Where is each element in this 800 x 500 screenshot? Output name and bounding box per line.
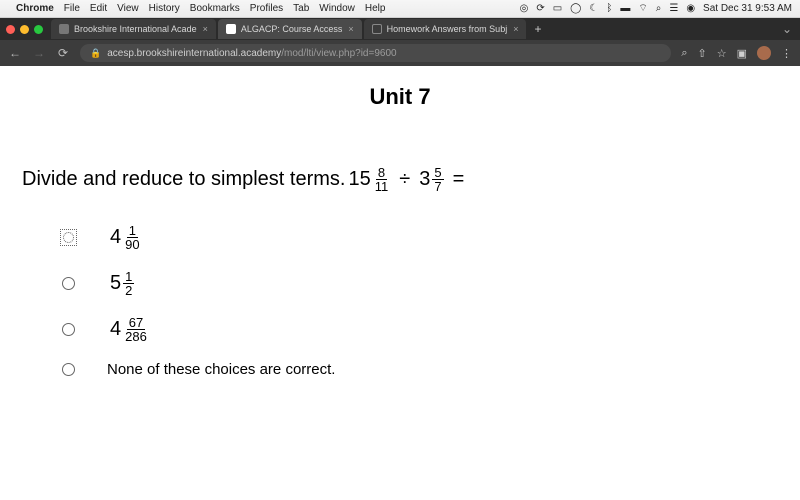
question-row: Divide and reduce to simplest terms. 15 … — [22, 166, 770, 193]
tabstrip: Brookshire International Acade × ALGACP:… — [0, 18, 800, 40]
radio-unselected[interactable] — [62, 277, 75, 290]
choice-1[interactable]: 4 1 90 — [62, 214, 335, 260]
choice-1-value: 4 1 90 — [107, 224, 145, 251]
status-bluetooth-icon[interactable]: ᛒ — [606, 3, 612, 14]
tab-label: Brookshire International Acade — [74, 24, 197, 34]
status-siri-icon[interactable]: ◉ — [686, 3, 695, 14]
choice-3-num: 67 — [127, 316, 145, 330]
menubar-clock[interactable]: Sat Dec 31 9:53 AM — [703, 3, 792, 14]
choice-3[interactable]: 4 67 286 — [62, 306, 335, 352]
tab-label: Homework Answers from Subj — [387, 24, 508, 34]
menu-app[interactable]: Chrome — [16, 3, 54, 14]
radio-unselected[interactable] — [62, 323, 75, 336]
status-wifi-icon[interactable]: ⌔ — [638, 2, 647, 15]
choice-4-text: None of these choices are correct. — [107, 361, 335, 378]
tab-brookshire[interactable]: Brookshire International Acade × — [51, 19, 216, 39]
status-sync-icon[interactable]: ⟳ — [536, 3, 544, 14]
new-tab-button[interactable]: + — [534, 22, 541, 36]
window-dropdown-icon[interactable]: ⌄ — [782, 22, 800, 36]
browser-toolbar: ← → ⟳ 🔒 acesp.brookshireinternational.ac… — [0, 40, 800, 66]
menu-tab[interactable]: Tab — [293, 3, 309, 14]
operand-b-den: 7 — [432, 180, 443, 193]
window-close-button[interactable] — [6, 25, 15, 34]
choice-1-den: 90 — [123, 238, 141, 251]
page-content: Unit 7 Divide and reduce to simplest ter… — [0, 66, 800, 500]
kebab-menu-icon[interactable]: ⋮ — [781, 47, 792, 60]
choice-2-value: 5 1 2 — [107, 270, 137, 297]
menu-bookmarks[interactable]: Bookmarks — [190, 3, 240, 14]
close-icon[interactable]: × — [203, 24, 208, 34]
choice-2[interactable]: 5 1 2 — [62, 260, 335, 306]
operand-b-whole: 3 — [419, 168, 430, 191]
equals-sign: = — [453, 168, 465, 191]
url-host: acesp.brookshireinternational.academy — [107, 48, 281, 59]
menu-view[interactable]: View — [117, 3, 139, 14]
chrome-window: Brookshire International Acade × ALGACP:… — [0, 18, 800, 66]
choice-2-num: 1 — [123, 270, 134, 284]
search-icon[interactable]: ⌕ — [681, 47, 687, 60]
tab-label: ALGACP: Course Access — [241, 24, 343, 34]
status-search-icon[interactable]: ⌕ — [656, 3, 662, 14]
window-minimize-button[interactable] — [20, 25, 29, 34]
choice-2-den: 2 — [123, 284, 134, 297]
menu-history[interactable]: History — [149, 3, 180, 14]
question-text: Divide and reduce to simplest terms. — [22, 168, 345, 191]
menu-window[interactable]: Window — [319, 3, 355, 14]
tab-homework[interactable]: Homework Answers from Subj × — [364, 19, 527, 39]
reload-button[interactable]: ⟳ — [56, 46, 70, 60]
globe-icon — [59, 24, 69, 34]
menu-help[interactable]: Help — [365, 3, 386, 14]
status-dnd-icon[interactable]: ◯ — [570, 3, 581, 14]
mac-menubar: Chrome File Edit View History Bookmarks … — [0, 0, 800, 18]
lock-icon: 🔒 — [90, 48, 101, 59]
choice-2-whole: 5 — [110, 272, 121, 295]
url-path: /mod/lti/view.php?id=9600 — [281, 48, 396, 59]
operand-a-whole: 15 — [348, 168, 370, 191]
operand-a: 15 8 11 — [348, 166, 390, 193]
forward-button[interactable]: → — [32, 46, 46, 60]
operand-a-fraction: 8 11 — [373, 166, 391, 193]
radio-unselected[interactable] — [62, 363, 75, 376]
menu-profiles[interactable]: Profiles — [250, 3, 283, 14]
status-display-icon[interactable]: ▭ — [553, 3, 562, 14]
choice-3-value: 4 67 286 — [107, 316, 152, 343]
bookmark-icon[interactable]: ☆ — [717, 47, 727, 60]
radio-selected[interactable] — [60, 229, 77, 246]
close-icon[interactable]: × — [348, 24, 353, 34]
status-battery-icon[interactable]: ▬ — [620, 3, 630, 14]
status-record-icon[interactable]: ◎ — [520, 3, 529, 14]
choice-4[interactable]: None of these choices are correct. — [62, 352, 335, 386]
choice-3-den: 286 — [123, 330, 149, 343]
site-icon — [372, 24, 382, 34]
operand-b-num: 5 — [432, 166, 443, 180]
answer-choices: 4 1 90 5 1 2 — [62, 214, 335, 386]
status-moon-icon[interactable]: ☾ — [589, 3, 598, 14]
window-controls — [6, 25, 43, 34]
operand-a-den: 11 — [373, 180, 391, 193]
status-control-center-icon[interactable]: ☰ — [669, 3, 678, 14]
operand-a-num: 8 — [376, 166, 387, 180]
address-bar[interactable]: 🔒 acesp.brookshireinternational.academy/… — [80, 44, 671, 62]
doc-icon — [226, 24, 236, 34]
operand-b: 3 5 7 — [419, 166, 443, 193]
profile-avatar[interactable] — [757, 46, 771, 60]
extensions-icon[interactable]: ▣ — [737, 47, 747, 60]
choice-3-whole: 4 — [110, 318, 121, 341]
menu-file[interactable]: File — [64, 3, 80, 14]
choice-1-whole: 4 — [110, 226, 121, 249]
close-icon[interactable]: × — [513, 24, 518, 34]
operand-b-fraction: 5 7 — [432, 166, 443, 193]
tab-algacp[interactable]: ALGACP: Course Access × — [218, 19, 362, 39]
operator-divide: ÷ — [399, 168, 410, 191]
back-button[interactable]: ← — [8, 46, 22, 60]
unit-title: Unit 7 — [0, 84, 800, 110]
share-icon[interactable]: ⇧ — [698, 47, 707, 60]
window-zoom-button[interactable] — [34, 25, 43, 34]
menu-edit[interactable]: Edit — [90, 3, 107, 14]
choice-1-num: 1 — [127, 224, 138, 238]
